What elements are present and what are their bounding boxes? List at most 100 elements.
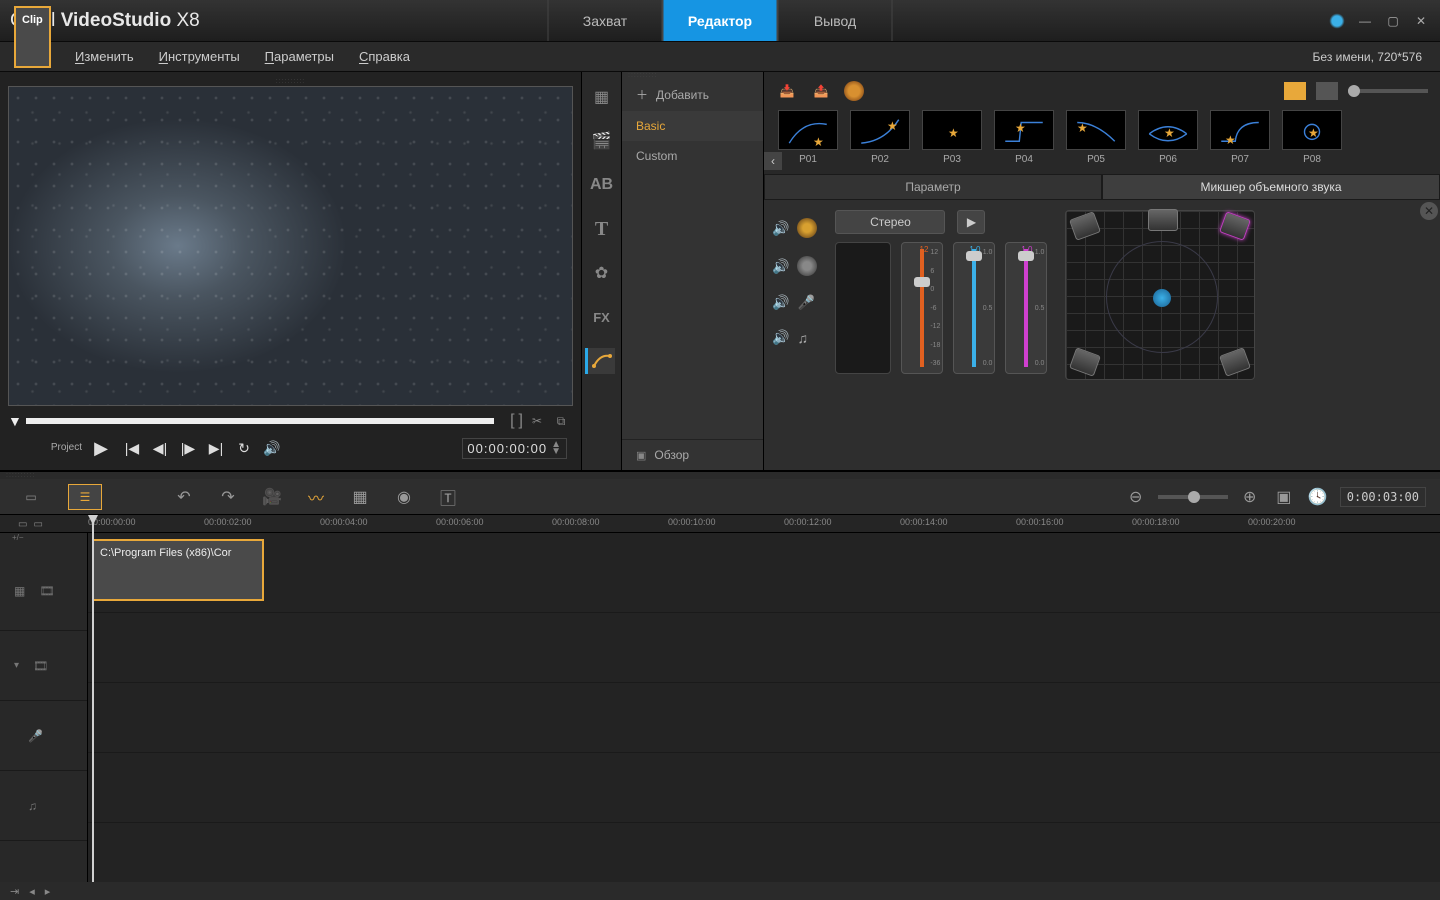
clock-icon[interactable]: 🕓 — [1306, 485, 1330, 509]
zoom-in-icon[interactable]: ⊕ — [1238, 485, 1262, 509]
zoom-out-icon[interactable]: ⊖ — [1124, 485, 1148, 509]
video-clip[interactable]: C:\Program Files (x86)\Cor — [92, 539, 264, 601]
voice-track-header[interactable]: 🎤 — [0, 701, 87, 771]
timecode-spinner-icon[interactable]: ▲▼ — [551, 441, 562, 455]
mark-in-icon[interactable]: [ — [508, 412, 516, 430]
close-icon[interactable]: ✕ — [1412, 12, 1430, 30]
timeline-zoom-slider[interactable] — [1158, 495, 1228, 499]
video-track-icon[interactable] — [797, 218, 817, 238]
path-tab-icon[interactable] — [585, 348, 615, 374]
play-button[interactable]: ▶ — [86, 436, 116, 460]
mode-edit[interactable]: Редактор — [663, 0, 778, 41]
mark-out-icon[interactable]: ] — [517, 412, 525, 430]
timeline-view-icon[interactable]: ☰ — [68, 484, 102, 510]
stereo-button[interactable]: Стерео — [835, 210, 945, 234]
fx-tab-icon[interactable]: FX — [587, 304, 617, 330]
chevron-left-icon[interactable]: ‹ — [764, 152, 782, 170]
multi-trim-icon[interactable]: ▦ — [348, 485, 372, 509]
speaker-icon[interactable]: 🔊 — [772, 294, 789, 311]
media-tab-icon[interactable]: ▦ — [587, 84, 617, 110]
folder-custom[interactable]: Custom — [622, 141, 763, 171]
track-motion-icon[interactable]: ◉ — [392, 485, 416, 509]
seek-caret-icon[interactable]: ▼ — [8, 413, 22, 429]
storyboard-view-icon[interactable]: ▭ — [14, 484, 48, 510]
preset-p07[interactable]: ★P07 — [1206, 110, 1274, 165]
preview-frame[interactable] — [8, 86, 573, 406]
music-track-icon[interactable]: ♫ — [797, 330, 808, 346]
timecode-display[interactable]: 00:00:00:00 ▲▼ — [462, 438, 567, 459]
voice-track-icon[interactable]: 🎤 — [797, 294, 814, 311]
center-fader[interactable]: 1.0 1.00.50.0 — [953, 242, 995, 374]
surround-field[interactable] — [1065, 210, 1255, 380]
scroll-left-icon[interactable]: ◂ — [29, 885, 35, 898]
add-folder-button[interactable]: ＋Добавить — [622, 78, 763, 111]
volume-button[interactable]: 🔊 — [260, 436, 284, 460]
clock-icon[interactable] — [844, 81, 864, 101]
instant-tab-icon[interactable]: 🎬 — [587, 128, 617, 154]
preset-p06[interactable]: ★P06 — [1134, 110, 1202, 165]
clip-mode-label[interactable]: Clip — [14, 6, 51, 68]
menu-edit[interactable]: Изменить — [75, 49, 134, 64]
ruler-storyboard-icon[interactable]: ▭ — [18, 519, 27, 530]
grip-icon[interactable]: :::::::::: — [0, 472, 1440, 479]
record-icon[interactable]: 🎥 — [260, 485, 284, 509]
import-icon[interactable]: 📥 — [776, 80, 798, 102]
preset-p03[interactable]: ★P03 — [918, 110, 986, 165]
speaker-icon[interactable]: 🔊 — [772, 258, 789, 275]
undo-icon[interactable]: ↶ — [172, 485, 196, 509]
menu-settings[interactable]: Параметры — [265, 49, 334, 64]
speaker-front-right-icon[interactable] — [1219, 211, 1251, 241]
project-duration[interactable]: 0:00:03:00 — [1340, 487, 1426, 507]
mode-capture[interactable]: Захват — [548, 0, 663, 41]
sub-fader[interactable]: 1.0 1.00.50.0 — [1005, 242, 1047, 374]
folder-basic[interactable]: Basic — [622, 111, 763, 141]
audio-mix-icon[interactable]: 〰 — [304, 485, 328, 509]
menu-help[interactable]: Справка — [359, 49, 410, 64]
speaker-center-icon[interactable] — [1148, 209, 1178, 231]
menu-tools[interactable]: Инструменты — [159, 49, 240, 64]
panel-tab-surround-mixer[interactable]: Микшер объемного звука — [1102, 174, 1440, 200]
preset-p05[interactable]: ★P05 — [1062, 110, 1130, 165]
speaker-icon[interactable]: 🔊 — [772, 329, 789, 346]
list-view-icon[interactable] — [1316, 82, 1338, 100]
end-button[interactable]: ▶| — [204, 436, 228, 460]
add-track-icon[interactable]: ⇥ — [10, 885, 19, 898]
split-icon[interactable]: ⧉ — [553, 413, 569, 429]
preset-p04[interactable]: ★P04 — [990, 110, 1058, 165]
preset-p08[interactable]: ★P08 — [1278, 110, 1346, 165]
overlay-track-icon[interactable] — [797, 256, 817, 276]
speaker-icon[interactable]: 🔊 — [772, 220, 789, 237]
graphic-tab-icon[interactable]: ✿ — [587, 260, 617, 286]
eye-icon[interactable]: ▦ — [14, 584, 25, 598]
playhead[interactable] — [92, 515, 94, 882]
thumb-view-icon[interactable] — [1284, 82, 1306, 100]
music-track-header[interactable]: ♫ — [0, 771, 87, 841]
next-frame-button[interactable]: |▶ — [176, 436, 200, 460]
chevron-down-icon[interactable]: ▾ — [14, 660, 19, 671]
redo-icon[interactable]: ↷ — [216, 485, 240, 509]
globe-icon[interactable] — [1328, 12, 1346, 30]
speaker-front-left-icon[interactable] — [1069, 211, 1101, 241]
mode-output[interactable]: Вывод — [778, 0, 893, 41]
repeat-button[interactable]: ↻ — [232, 436, 256, 460]
overlay-track-header[interactable]: ▾🎞 — [0, 631, 87, 701]
seek-bar[interactable] — [26, 418, 494, 424]
gain-fader[interactable]: 12 1260-6-12-18-36 — [901, 242, 943, 374]
thumb-zoom-slider[interactable] — [1348, 89, 1428, 93]
fit-icon[interactable]: ▣ — [1272, 485, 1296, 509]
timeline-ruler[interactable]: ▭ ▭ 00:00:00:0000:00:02:0000:00:04:0000:… — [0, 515, 1440, 533]
text-tab-icon[interactable]: T — [587, 216, 617, 242]
minimize-icon[interactable]: ― — [1356, 12, 1374, 30]
browse-button[interactable]: ▣Обзор — [622, 439, 763, 470]
project-mode-label[interactable]: Project — [14, 442, 82, 454]
speaker-rear-right-icon[interactable] — [1219, 347, 1251, 377]
track-area[interactable]: C:\Program Files (x86)\Cor — [88, 533, 1440, 882]
expand-toggle[interactable]: +/− — [0, 533, 87, 551]
scissors-icon[interactable]: ✂ — [529, 413, 545, 429]
preset-p01[interactable]: ★P01 — [774, 110, 842, 165]
video-track-header[interactable]: ▦🎞 — [0, 551, 87, 631]
speaker-rear-left-icon[interactable] — [1069, 347, 1101, 377]
panel-tab-parameter[interactable]: Параметр — [764, 174, 1102, 200]
subtitle-icon[interactable]: 🅃 — [436, 485, 460, 509]
close-panel-icon[interactable]: ✕ — [1420, 202, 1438, 220]
